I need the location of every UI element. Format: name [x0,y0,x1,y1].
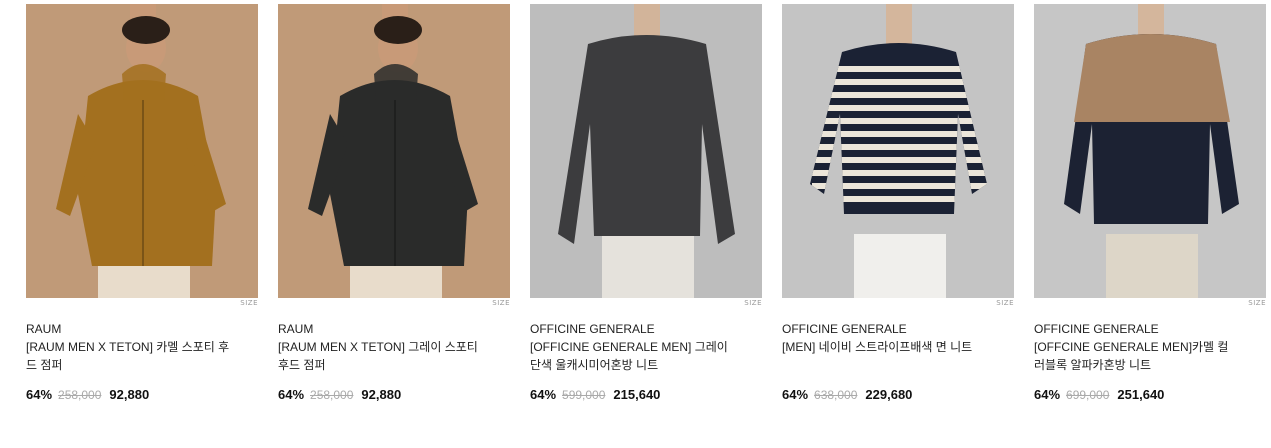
product-image[interactable] [782,4,1014,298]
product-card[interactable]: SIZE OFFICINE GENERALE [MEN] 네이비 스트라이프배색… [782,4,1014,402]
product-brand[interactable]: OFFICINE GENERALE [530,322,655,336]
original-price: 258,000 [310,388,354,402]
product-image[interactable] [1034,4,1266,298]
price-row: 64% 599,000 215,640 [530,387,660,402]
product-card[interactable]: SIZE RAUM [RAUM MEN X TETON] 그레이 스포티 후드 … [278,4,510,402]
product-name[interactable]: [OFFICINE GENERALE MEN] 그레이 단색 울캐시미어혼방 니… [530,338,735,374]
discount-rate: 64% [26,387,53,402]
original-price: 599,000 [562,388,606,402]
product-brand[interactable]: RAUM [26,322,61,336]
discount-rate: 64% [782,387,809,402]
sale-price: 92,880 [361,387,402,402]
product-card[interactable]: SIZE RAUM [RAUM MEN X TETON] 카멜 스포티 후드 점… [26,4,258,402]
size-label[interactable]: SIZE [492,299,510,307]
price-row: 64% 638,000 229,680 [782,387,912,402]
original-price: 638,000 [814,388,858,402]
product-card[interactable]: SIZE OFFICINE GENERALE [OFFCINE GENERALE… [1034,4,1266,402]
size-label[interactable]: SIZE [240,299,258,307]
sale-price: 92,880 [109,387,150,402]
size-label[interactable]: SIZE [996,299,1014,307]
size-label[interactable]: SIZE [744,299,762,307]
original-price: 699,000 [1066,388,1110,402]
size-label[interactable]: SIZE [1248,299,1266,307]
product-image[interactable] [278,4,510,298]
original-price: 258,000 [58,388,102,402]
product-image[interactable] [530,4,762,298]
product-name[interactable]: [RAUM MEN X TETON] 그레이 스포티 후드 점퍼 [278,338,483,374]
sale-price: 229,680 [865,387,913,402]
product-image[interactable] [26,4,258,298]
discount-rate: 64% [1034,387,1061,402]
product-name[interactable]: [RAUM MEN X TETON] 카멜 스포티 후드 점퍼 [26,338,231,374]
discount-rate: 64% [530,387,557,402]
product-brand[interactable]: RAUM [278,322,313,336]
product-card[interactable]: SIZE OFFICINE GENERALE [OFFICINE GENERAL… [530,4,762,402]
price-row: 64% 258,000 92,880 [278,387,401,402]
product-grid: SIZE RAUM [RAUM MEN X TETON] 카멜 스포티 후드 점… [0,0,1271,448]
product-brand[interactable]: OFFICINE GENERALE [1034,322,1159,336]
product-name[interactable]: [OFFCINE GENERALE MEN]카멜 컬러블록 알파카혼방 니트 [1034,338,1239,374]
price-row: 64% 699,000 251,640 [1034,387,1164,402]
discount-rate: 64% [278,387,305,402]
product-brand[interactable]: OFFICINE GENERALE [782,322,907,336]
sale-price: 251,640 [1117,387,1165,402]
sale-price: 215,640 [613,387,661,402]
product-name[interactable]: [MEN] 네이비 스트라이프배색 면 니트 [782,338,987,356]
price-row: 64% 258,000 92,880 [26,387,149,402]
